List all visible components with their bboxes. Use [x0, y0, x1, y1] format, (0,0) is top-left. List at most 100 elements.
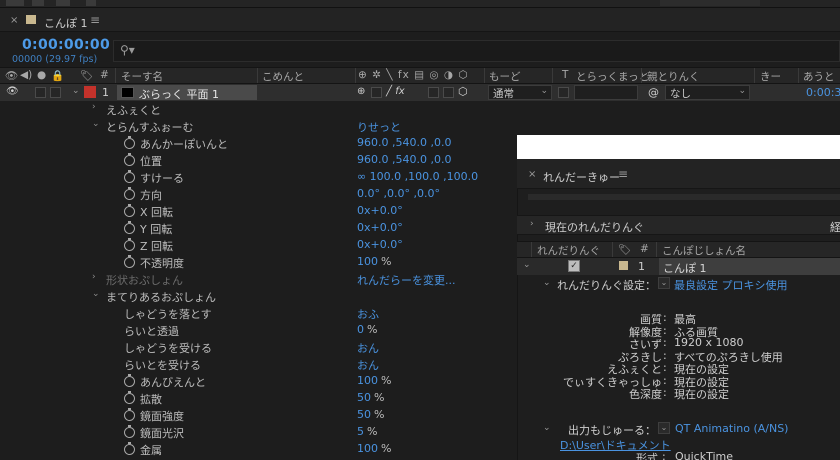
property-row[interactable]: 位置 960.0 ,540.0 ,0.0: [0, 152, 517, 169]
adjustment-switch[interactable]: [443, 87, 454, 98]
property-value-text[interactable]: おふ: [357, 308, 379, 321]
render-queue-tab-label[interactable]: れんだーきゅー: [543, 169, 620, 185]
switches-header-icons[interactable]: ⊕ ✲ ╲ fx ▤ ◎ ◑ ⬡: [358, 69, 469, 81]
preserve-transparency-header[interactable]: T: [562, 69, 568, 81]
solo-toggle[interactable]: [35, 87, 46, 98]
property-row[interactable]: しゃどうを受ける おん: [0, 339, 517, 356]
property-row[interactable]: 不透明度 100%: [0, 254, 517, 271]
property-value[interactable]: れんだらーを変更...: [357, 272, 456, 288]
current-time-display[interactable]: 0:00:00:00: [22, 37, 110, 53]
property-value[interactable]: 100%: [357, 374, 391, 387]
panel-menu-icon[interactable]: ≡: [618, 167, 628, 181]
column-divider[interactable]: [484, 68, 485, 83]
property-row[interactable]: らいとを受ける おん: [0, 356, 517, 373]
label-header-icon[interactable]: 🏷: [618, 243, 631, 256]
property-row[interactable]: あんびえんと 100%: [0, 373, 517, 390]
property-value-text[interactable]: 50: [357, 408, 371, 421]
property-row[interactable]: 拡散 50%: [0, 390, 517, 407]
chevron-down-icon[interactable]: ⌄: [523, 260, 531, 270]
property-value[interactable]: りせっと: [357, 119, 401, 135]
search-icon[interactable]: ⚲▾: [120, 43, 135, 57]
property-value[interactable]: 5%: [357, 425, 377, 438]
property-value-text[interactable]: 960.0 ,540.0 ,0.0: [357, 153, 451, 166]
property-value[interactable]: 100%: [357, 255, 391, 268]
property-row[interactable]: らいと透過 0%: [0, 322, 517, 339]
lock-toggle[interactable]: [50, 87, 61, 98]
stopwatch-icon[interactable]: [124, 153, 135, 166]
chevron-right-icon[interactable]: ›: [530, 219, 534, 229]
blend-mode-dropdown[interactable]: 通常 ⌄: [488, 85, 552, 100]
property-value-text[interactable]: おん: [357, 342, 379, 355]
property-row[interactable]: 金属 100%: [0, 441, 517, 458]
output-module-value[interactable]: QT Animatino (A/NS): [675, 422, 788, 435]
property-value[interactable]: おふ: [357, 306, 379, 322]
render-column-header[interactable]: れんだりんぐ: [537, 243, 600, 258]
layer-search-input[interactable]: [113, 40, 840, 62]
property-row[interactable]: X 回転 0x+0.0°: [0, 203, 517, 220]
shy-switch-icon[interactable]: ⊕: [357, 86, 365, 97]
property-value-text[interactable]: おん: [357, 359, 379, 372]
audio-header-icon[interactable]: ◀): [20, 69, 32, 81]
toolbar-chip[interactable]: [6, 0, 24, 6]
column-divider[interactable]: [641, 68, 642, 83]
chevron-down-icon[interactable]: ⌄: [72, 86, 80, 96]
stopwatch-icon[interactable]: [124, 255, 135, 268]
comp-tab-label[interactable]: こんぽ 1: [44, 15, 88, 31]
property-value-text[interactable]: れんだらーを変更...: [357, 274, 456, 287]
parent-header[interactable]: 親とりんく: [647, 69, 700, 84]
stopwatch-icon[interactable]: [124, 170, 135, 183]
preserve-transparency-toggle[interactable]: [558, 87, 569, 98]
property-value[interactable]: 0x+0.0°: [357, 238, 403, 251]
property-value-text[interactable]: 0x+0.0°: [357, 238, 403, 251]
column-divider[interactable]: [612, 242, 613, 257]
label-header-icon[interactable]: 🏷: [80, 69, 93, 82]
chevron-right-icon[interactable]: ›: [92, 102, 96, 112]
track-matte-header[interactable]: とらっくまっと: [576, 69, 649, 84]
panel-menu-icon[interactable]: ≡: [90, 13, 100, 27]
layer-out-point[interactable]: 0:00:33: [806, 86, 840, 99]
property-value-text[interactable]: ∞ 100.0 ,100.0 ,100.0: [357, 170, 478, 183]
property-value-text[interactable]: 960.0 ,540.0 ,0.0: [357, 136, 451, 149]
column-divider[interactable]: [798, 68, 799, 83]
property-value[interactable]: 0%: [357, 323, 377, 336]
stopwatch-icon[interactable]: [124, 221, 135, 234]
visibility-header-icon[interactable]: 👁: [5, 69, 18, 82]
stopwatch-icon[interactable]: [124, 204, 135, 217]
property-value[interactable]: 0.0° ,0.0° ,0.0°: [357, 187, 440, 200]
property-value[interactable]: 0x+0.0°: [357, 221, 403, 234]
property-row[interactable]: すけーる ∞ 100.0 ,100.0 ,100.0: [0, 169, 517, 186]
property-value[interactable]: ∞ 100.0 ,100.0 ,100.0: [357, 170, 478, 183]
column-divider[interactable]: [531, 242, 532, 257]
property-value-text[interactable]: りせっと: [357, 121, 401, 134]
property-value[interactable]: おん: [357, 357, 379, 373]
toolbar-chip[interactable]: [32, 0, 44, 6]
property-value[interactable]: 0x+0.0°: [357, 204, 403, 217]
chevron-down-icon[interactable]: ⌄: [658, 422, 670, 434]
column-divider[interactable]: [754, 68, 755, 83]
pickwhip-icon[interactable]: @: [648, 86, 659, 99]
property-value[interactable]: 100%: [357, 442, 391, 455]
property-value-text[interactable]: 100: [357, 255, 378, 268]
track-matte-dropdown[interactable]: [574, 85, 638, 100]
solo-header-icon[interactable]: ●: [37, 69, 46, 81]
collapse-switch[interactable]: [371, 87, 382, 98]
property-value-text[interactable]: 50: [357, 391, 371, 404]
property-row[interactable]: 鏡面光沢 5%: [0, 424, 517, 441]
close-icon[interactable]: ×: [528, 169, 536, 180]
property-value[interactable]: 50%: [357, 408, 384, 421]
property-row[interactable]: ⌄ とらんすふぉーむ りせっと: [0, 118, 517, 135]
motion-blur-switch[interactable]: [428, 87, 439, 98]
property-value[interactable]: 960.0 ,540.0 ,0.0: [357, 136, 451, 149]
render-settings-value[interactable]: 最良設定 プロキシ使用: [674, 277, 788, 293]
stopwatch-icon[interactable]: [124, 442, 135, 455]
out-header[interactable]: あうと: [803, 69, 835, 84]
property-value-text[interactable]: 0: [357, 323, 364, 336]
property-row[interactable]: ⌄ まてりあるおぷしょん: [0, 288, 517, 305]
mode-header[interactable]: もーど: [489, 69, 521, 84]
stopwatch-icon[interactable]: [124, 408, 135, 421]
property-value-text[interactable]: 100: [357, 374, 378, 387]
column-divider[interactable]: [355, 68, 356, 83]
toolbar-chip[interactable]: [56, 0, 70, 6]
eye-icon[interactable]: 👁: [6, 86, 19, 97]
quality-switch-icon[interactable]: ╱ fx: [386, 86, 405, 97]
